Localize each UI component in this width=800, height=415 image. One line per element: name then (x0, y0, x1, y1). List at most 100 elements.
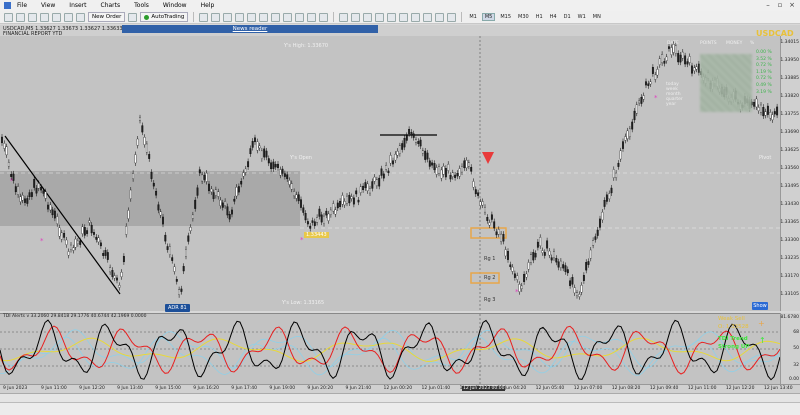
candle-body (507, 251, 509, 260)
fibonacci-icon[interactable] (411, 12, 421, 22)
tf-w1[interactable]: W1 (576, 14, 588, 20)
candle-body (185, 249, 187, 257)
candle-body (327, 213, 330, 221)
candle-body (134, 154, 137, 164)
tf-m1[interactable]: M1 (467, 14, 479, 20)
status-bar (0, 402, 800, 415)
candle-body (240, 181, 243, 185)
profiles-icon[interactable] (16, 12, 25, 22)
auto-trading-button[interactable]: AutoTrading (140, 12, 189, 22)
tester-icon[interactable] (76, 12, 85, 22)
tf-h1[interactable]: H1 (534, 14, 545, 20)
candle-body (306, 221, 309, 225)
menu-tools[interactable]: Tools (134, 2, 149, 9)
trendline-icon[interactable] (387, 12, 397, 22)
minimize-icon[interactable]: – (764, 1, 772, 9)
tf-h4[interactable]: H4 (548, 14, 559, 20)
autoscroll-icon[interactable] (271, 12, 281, 22)
candle-body (127, 210, 130, 219)
tf-m30[interactable]: M30 (516, 14, 531, 20)
candle-body (504, 249, 507, 257)
candle-body (532, 252, 535, 261)
app-icon (4, 2, 11, 9)
candle-body (419, 139, 422, 147)
time-tick: 12 Jun 13:40 (763, 386, 793, 391)
show-button[interactable]: Show (752, 302, 768, 310)
time-axis[interactable]: 9 Jun 2023 9 Jun 11:00 9 Jun 12:20 9 Jun 13… (0, 384, 800, 393)
restore-icon[interactable]: ▫ (776, 1, 784, 9)
tf-m5[interactable]: M5 (481, 13, 496, 21)
price-tick: 1.33495 (780, 184, 799, 189)
candle-body (442, 166, 445, 175)
arrows-icon[interactable] (447, 12, 457, 22)
label-icon[interactable] (435, 12, 445, 22)
menu-window[interactable]: Window (163, 2, 187, 9)
cursor-icon[interactable] (339, 12, 349, 22)
candle-body (536, 241, 539, 248)
terminal-icon[interactable] (64, 12, 73, 22)
zoom-in-icon[interactable] (235, 12, 245, 22)
toolbar-separator (333, 12, 335, 22)
price-marker-label: 1.33443 (304, 232, 329, 238)
close-icon[interactable]: × (788, 1, 796, 9)
line-chart-icon[interactable] (223, 12, 233, 22)
candle-body (603, 200, 606, 207)
tf-m15[interactable]: M15 (498, 14, 513, 20)
candle-body (233, 198, 236, 202)
market-watch-icon[interactable] (28, 12, 37, 22)
tf-d1[interactable]: D1 (562, 14, 573, 20)
periods-icon[interactable] (307, 12, 317, 22)
candle-body (196, 187, 199, 196)
menu-view[interactable]: View (41, 2, 55, 9)
candle-body (401, 143, 404, 150)
new-order-button[interactable]: New Order (88, 12, 126, 22)
menu-file[interactable]: File (17, 2, 27, 9)
candle-body (265, 150, 268, 158)
menu-help[interactable]: Help (201, 2, 215, 9)
candle-body (511, 266, 514, 272)
candle-body (323, 215, 325, 224)
horizontal-line-icon[interactable] (375, 12, 385, 22)
text-icon[interactable] (423, 12, 433, 22)
templates-icon[interactable] (319, 12, 329, 22)
ys-high-label: Y's High: 1.33670 (284, 43, 329, 49)
candle-body (37, 183, 40, 189)
price-tick: 1.33430 (780, 202, 799, 207)
candle-body (194, 199, 197, 209)
price-scale[interactable]: 1.34015 1.33950 1.33885 1.33820 1.33755 1.336… (780, 36, 800, 311)
data-window-icon[interactable] (40, 12, 49, 22)
tf-mn[interactable]: MN (591, 14, 603, 20)
crosshair-icon[interactable] (351, 12, 361, 22)
indicator-scale[interactable]: 81.6780 68 50 32 0.00 (780, 313, 800, 384)
indicators-icon[interactable] (295, 12, 305, 22)
equidistant-channel-icon[interactable] (399, 12, 409, 22)
metaeditor-icon[interactable] (128, 12, 138, 22)
menu-insert[interactable]: Insert (69, 2, 86, 9)
candle-body (226, 206, 229, 216)
candle-body (695, 66, 698, 70)
candlestick-icon[interactable] (211, 12, 221, 22)
zoom-out-icon[interactable] (247, 12, 257, 22)
panel-pct-value: 1.19 % (756, 69, 772, 75)
candle-body (382, 173, 385, 179)
menu-charts[interactable]: Charts (101, 2, 121, 9)
time-tick: 12 Jun 00:20 (383, 386, 413, 391)
navigator-icon[interactable] (52, 12, 61, 22)
candle-body (348, 194, 351, 204)
candle-body (688, 56, 691, 63)
candle-body (375, 179, 378, 187)
price-tick: 1.33950 (780, 58, 799, 63)
window-controls: – ▫ × (764, 1, 796, 9)
vertical-line-icon[interactable] (363, 12, 373, 22)
candle-body (417, 141, 420, 144)
candle-body (493, 221, 496, 229)
price-chart[interactable]: * * * * * (0, 36, 780, 311)
tile-windows-icon[interactable] (259, 12, 269, 22)
tdi-indicator-chart[interactable] (0, 313, 781, 385)
new-chart-icon[interactable] (4, 12, 13, 22)
candle-body (619, 150, 622, 160)
chart-shift-icon[interactable] (283, 12, 293, 22)
bar-chart-icon[interactable] (199, 12, 209, 22)
candle-body (596, 229, 599, 236)
news-reader-link[interactable]: News reader (122, 25, 378, 33)
